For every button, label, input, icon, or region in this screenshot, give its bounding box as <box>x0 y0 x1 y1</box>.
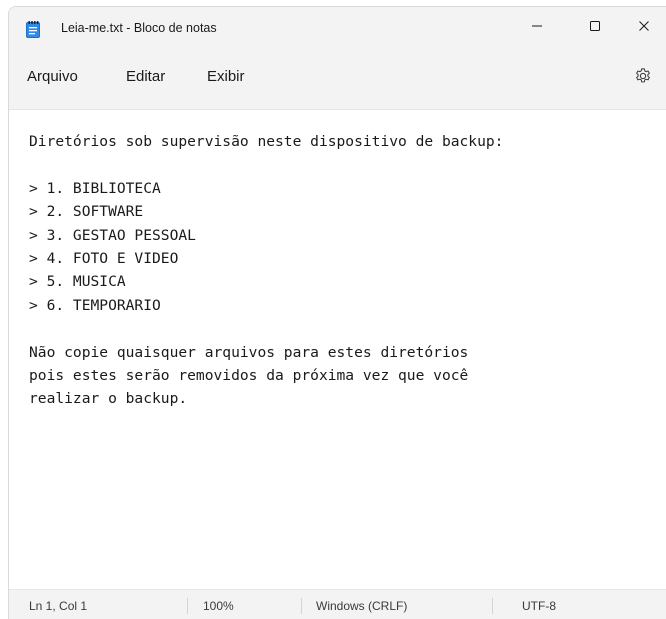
status-bar: Ln 1, Col 1 100% Windows (CRLF) UTF-8 <box>9 589 666 619</box>
status-divider <box>187 598 188 614</box>
encoding: UTF-8 <box>522 599 556 613</box>
settings-button[interactable] <box>629 63 657 93</box>
line-ending: Windows (CRLF) <box>316 599 408 613</box>
notepad-icon <box>26 21 40 38</box>
menu-bar: Arquivo Editar Exibir <box>9 49 666 109</box>
zoom-level: 100% <box>203 599 234 613</box>
menu-file[interactable]: Arquivo <box>27 68 78 85</box>
maximize-button[interactable] <box>572 7 618 49</box>
document-text[interactable]: Diretórios sob supervisão neste disposit… <box>29 130 503 411</box>
notepad-window: Leia-me.txt - Bloco de notas Arquivo Edi… <box>8 6 666 619</box>
status-divider <box>492 598 493 614</box>
close-button[interactable] <box>621 7 666 49</box>
desktop-edge <box>0 0 8 619</box>
close-icon <box>638 19 650 37</box>
gear-icon <box>634 67 652 90</box>
title-bar[interactable]: Leia-me.txt - Bloco de notas <box>9 7 666 49</box>
menu-edit[interactable]: Editar <box>126 68 165 85</box>
cursor-position: Ln 1, Col 1 <box>29 599 88 613</box>
minimize-icon <box>531 19 543 37</box>
minimize-button[interactable] <box>514 7 560 49</box>
maximize-icon <box>589 19 601 37</box>
text-editor[interactable]: Diretórios sob supervisão neste disposit… <box>9 109 666 589</box>
status-divider <box>301 598 302 614</box>
window-title: Leia-me.txt - Bloco de notas <box>61 21 217 35</box>
menu-view[interactable]: Exibir <box>207 68 245 85</box>
